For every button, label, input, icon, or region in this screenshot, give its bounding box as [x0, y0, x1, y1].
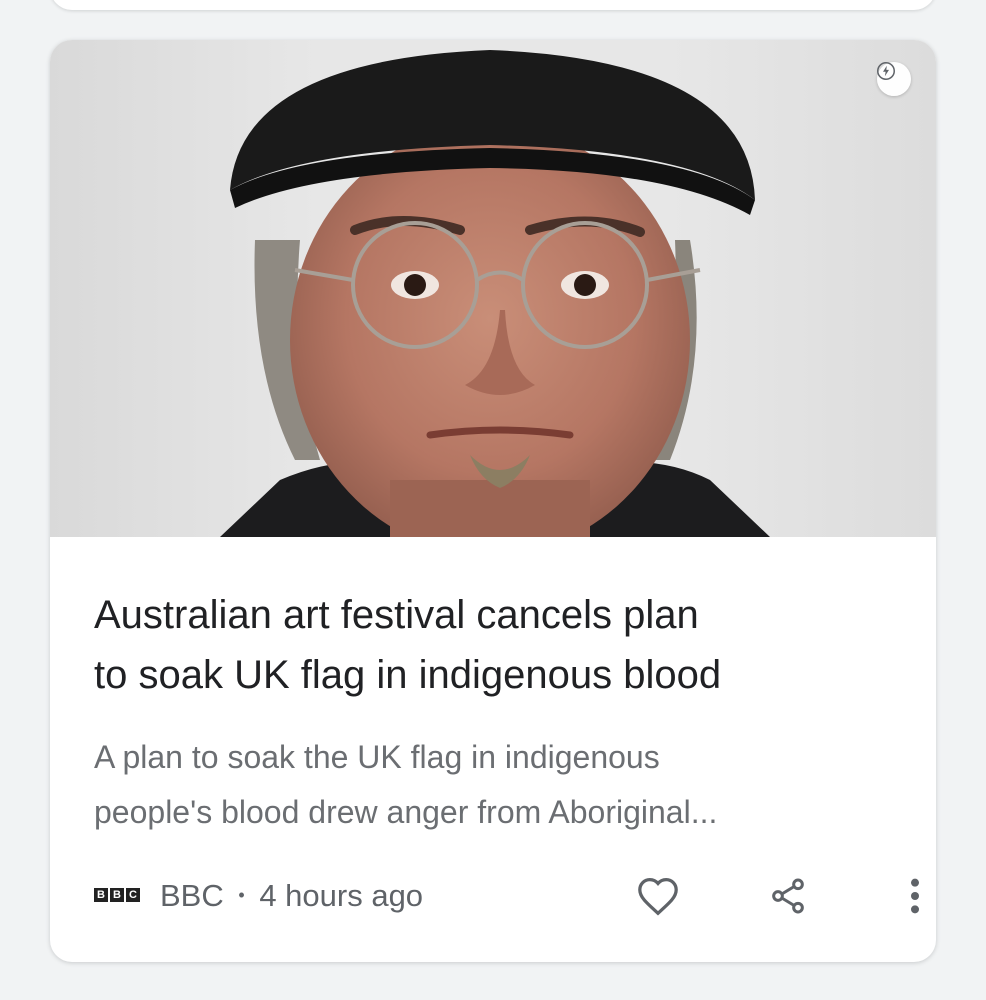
article-photo	[220, 50, 770, 537]
publish-time: 4 hours ago	[259, 878, 424, 913]
headline-line-2: to soak UK flag in indigenous blood	[94, 653, 722, 697]
share-button[interactable]	[764, 872, 812, 920]
heart-outline-icon	[638, 877, 678, 916]
more-options-button[interactable]	[891, 872, 936, 920]
snippet-line-1: A plan to soak the UK flag in indigenous	[94, 739, 660, 775]
like-button[interactable]	[634, 872, 682, 920]
snippet-line-2: people's blood drew anger from Aborigina…	[94, 794, 718, 830]
bbc-logo: B B C	[94, 888, 140, 902]
source-name: BBC	[160, 878, 224, 913]
previous-card-edge	[50, 0, 936, 10]
card-footer: B B C BBC • 4 hours ago	[94, 868, 919, 924]
separator-dot: •	[238, 884, 245, 905]
more-vert-icon	[911, 878, 919, 914]
source-and-time: BBC • 4 hours ago	[160, 868, 423, 924]
article-snippet: A plan to soak the UK flag in indigenous…	[94, 730, 894, 840]
headline-line-1: Australian art festival cancels plan	[94, 593, 699, 637]
news-card[interactable]: Australian art festival cancels plan to …	[50, 40, 936, 962]
article-headline[interactable]: Australian art festival cancels plan to …	[94, 585, 894, 705]
share-icon	[772, 878, 804, 914]
article-image[interactable]	[50, 40, 936, 537]
amp-lightning-icon	[877, 62, 911, 96]
